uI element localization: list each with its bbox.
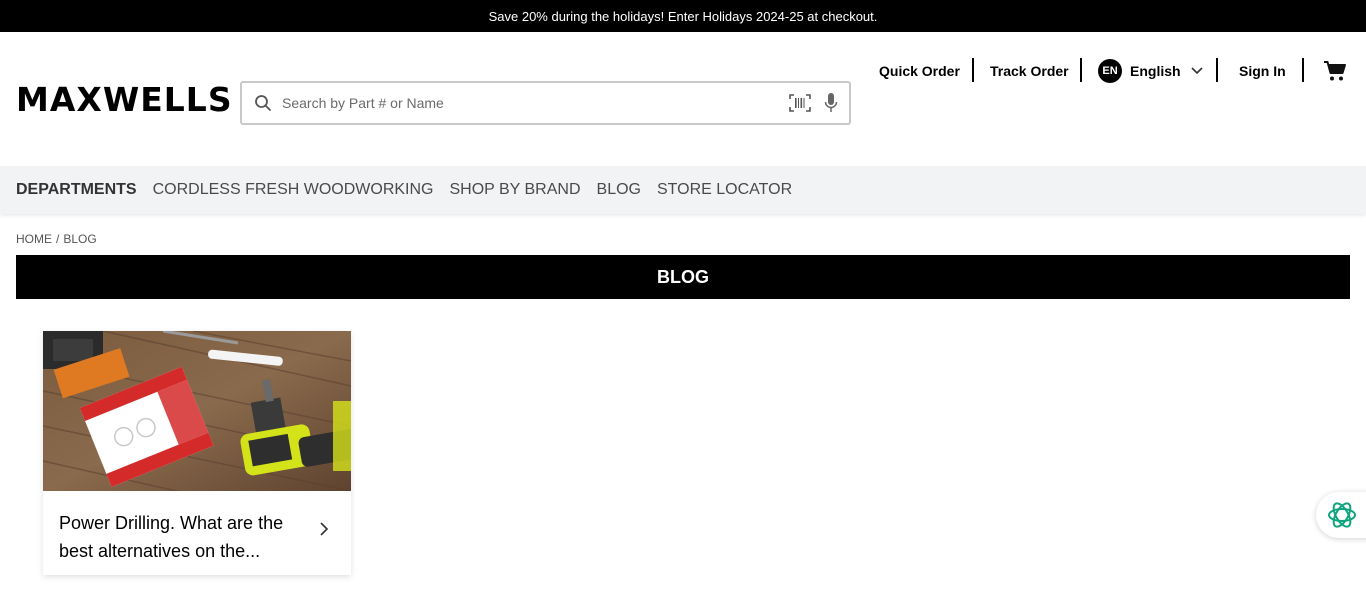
barcode-scan-icon[interactable] (789, 93, 811, 113)
language-selector[interactable]: EN English (1098, 57, 1203, 85)
site-logo[interactable]: MAXWELLS (16, 83, 233, 116)
quick-order-link[interactable]: Quick Order (879, 57, 960, 85)
track-order-link[interactable]: Track Order (990, 57, 1069, 85)
promo-text: Save 20% during the holidays! Enter Holi… (488, 8, 878, 24)
ai-assistant-button[interactable] (1316, 492, 1366, 538)
nav-blog[interactable]: BLOG (597, 181, 641, 199)
sign-in-link[interactable]: Sign In (1239, 57, 1286, 85)
chevron-right-icon[interactable] (319, 521, 329, 537)
page-title-banner: BLOG (16, 255, 1350, 299)
main-navigation: DEPARTMENTS CORDLESS FRESH WOODWORKING S… (0, 166, 1366, 214)
track-order-label: Track Order (990, 63, 1069, 79)
header-divider (972, 58, 974, 82)
nav-store-locator[interactable]: STORE LOCATOR (657, 181, 792, 199)
nav-cordless-fresh-woodworking[interactable]: CORDLESS FRESH WOODWORKING (153, 181, 434, 199)
breadcrumb-current: BLOG (63, 232, 97, 246)
header-divider (1302, 58, 1304, 82)
site-header: MAXWELLS (0, 32, 1366, 166)
promo-banner: Save 20% during the holidays! Enter Holi… (0, 0, 1366, 32)
language-code-badge: EN (1098, 59, 1122, 83)
page-title: BLOG (657, 266, 709, 287)
blog-post-title[interactable]: Power Drilling. What are the best altern… (59, 509, 299, 565)
blog-post-image[interactable] (43, 331, 351, 491)
power-drill-photo (43, 331, 351, 491)
header-divider (1216, 58, 1218, 82)
breadcrumb-home[interactable]: HOME (16, 232, 52, 246)
microphone-icon[interactable] (823, 92, 839, 114)
sign-in-label: Sign In (1239, 63, 1286, 79)
header-divider (1080, 58, 1082, 82)
search-input[interactable] (282, 83, 782, 123)
cart-icon[interactable] (1323, 60, 1347, 82)
chevron-down-icon (1190, 67, 1203, 75)
breadcrumb-separator: / (56, 232, 60, 246)
quick-order-label: Quick Order (879, 63, 960, 79)
blog-post-card[interactable]: Power Drilling. What are the best altern… (43, 331, 351, 575)
ai-assistant-icon (1328, 502, 1356, 528)
language-label: English (1130, 63, 1181, 79)
search-bar (240, 81, 851, 125)
search-icon[interactable] (254, 94, 272, 112)
breadcrumb: HOME / BLOG (16, 232, 97, 246)
nav-shop-by-brand[interactable]: SHOP BY BRAND (450, 181, 581, 199)
nav-departments[interactable]: DEPARTMENTS (16, 181, 137, 199)
